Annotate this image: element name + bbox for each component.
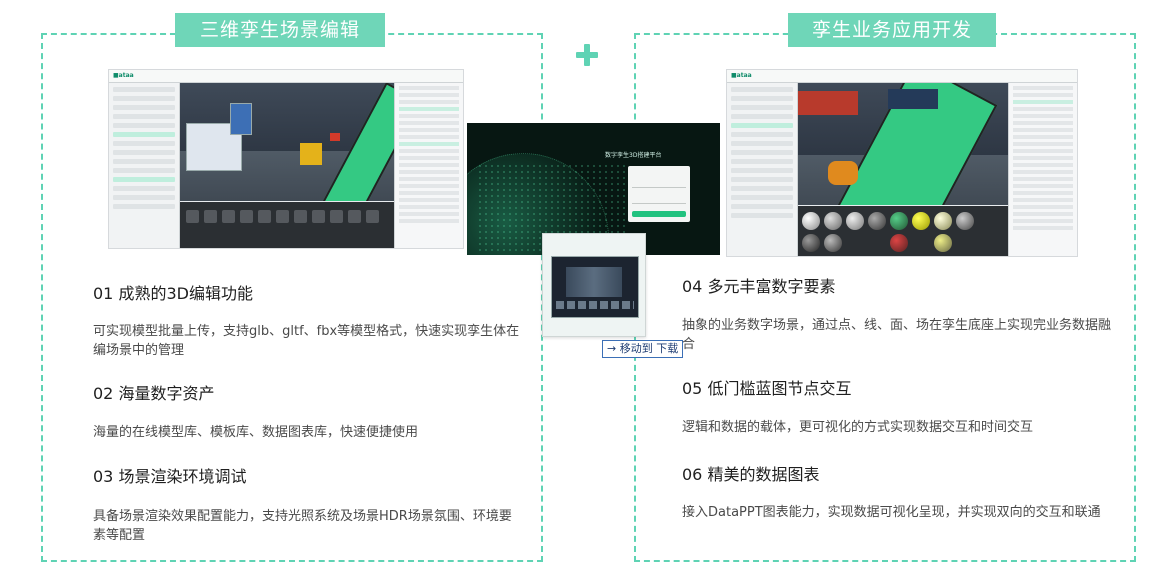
- login-title: 数字孪生3D搭建平台: [605, 152, 662, 159]
- editor-3d-viewport: [180, 83, 394, 201]
- password-field: [632, 196, 686, 204]
- feature-title: 01 成熟的3D编辑功能: [93, 284, 253, 303]
- business-app-screenshot: ■ataa: [726, 69, 1078, 257]
- plus-icon: [574, 42, 600, 68]
- feature-desc: 具备场景渲染效果配置能力，支持光照系统及场景HDR场景氛围、环境要素等配置: [93, 509, 512, 543]
- feature-desc: 可实现模型批量上传，支持glb、gltf、fbx等模型格式，快速实现孪生体在编场…: [93, 324, 520, 358]
- drag-preview-thumbnail: [542, 233, 646, 337]
- editor-properties-panel: [109, 83, 180, 248]
- login-form: [628, 166, 690, 222]
- editor-toolbar: ■ataa: [109, 70, 463, 83]
- feature-desc: 接入DataPPT图表能力，实现数据可视化呈现，并实现双向的交互和联通: [682, 505, 1101, 520]
- username-field: [632, 180, 686, 188]
- scene-editor-screenshot: ■ataa: [108, 69, 464, 249]
- feature-title: 03 场景渲染环境调试: [93, 467, 247, 486]
- right-panel-title: 孪生业务应用开发: [788, 13, 996, 47]
- app-material-library: [798, 206, 1008, 256]
- feature-desc: 逻辑和数据的载体，更可视化的方式实现数据交互和时间交互: [682, 420, 1034, 435]
- feature-desc: 抽象的业务数字场景，通过点、线、面、场在孪生底座上实现完业务数据融合: [682, 318, 1112, 352]
- app-properties-panel: [727, 83, 798, 256]
- feature-title: 04 多元丰富数字要素: [682, 277, 836, 296]
- left-panel-title: 三维孪生场景编辑: [175, 13, 385, 47]
- editor-asset-library: [180, 202, 394, 248]
- editor-scene-tree: [394, 83, 463, 248]
- feature-title: 02 海量数字资产: [93, 384, 215, 403]
- login-button: [632, 211, 686, 217]
- feature-title: 06 精美的数据图表: [682, 465, 820, 484]
- app-3d-viewport: [798, 83, 1008, 205]
- drag-tooltip: → 移动到 下载: [602, 340, 684, 358]
- feature-title: 05 低门槛蓝图节点交互: [682, 379, 852, 398]
- app-toolbar: ■ataa: [727, 70, 1077, 83]
- app-scene-tree: [1008, 83, 1077, 256]
- feature-desc: 海量的在线模型库、模板库、数据图表库，快速便捷使用: [93, 425, 419, 440]
